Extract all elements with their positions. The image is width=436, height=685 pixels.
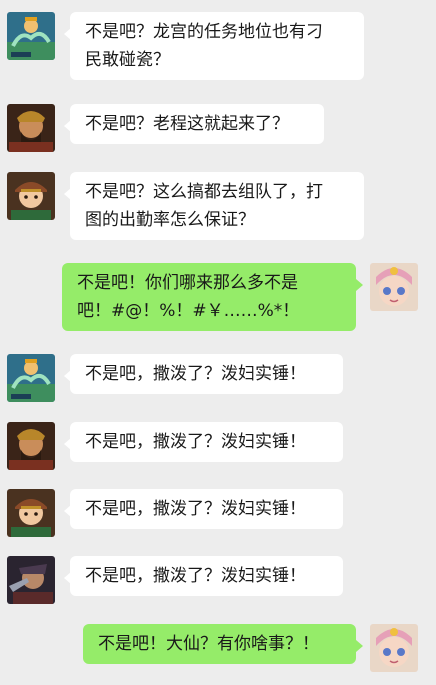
message-bubble[interactable]: 不是吧，撒泼了？泼妇实锤！ bbox=[64, 422, 343, 462]
avatar-old-cheng[interactable] bbox=[7, 104, 55, 152]
avatar-dragon-palace[interactable] bbox=[7, 354, 55, 402]
avatar-dark-warrior[interactable] bbox=[7, 556, 55, 604]
avatar-boy-hat[interactable] bbox=[7, 489, 55, 537]
message-bubble[interactable]: 不是吧，撒泼了？泼妇实锤！ bbox=[64, 489, 343, 529]
message-bubble[interactable]: 不是吧！你们哪来那么多不是 吧！#@！%！#￥……%*！ bbox=[62, 263, 363, 331]
avatar-old-cheng[interactable] bbox=[7, 422, 55, 470]
avatar-pink-hair[interactable] bbox=[370, 263, 418, 311]
avatar-pink-hair[interactable] bbox=[370, 624, 418, 672]
avatar-boy-hat[interactable] bbox=[7, 172, 55, 220]
chat-message-list[interactable]: 不是吧？龙宫的任务地位也有刁 民敢碰瓷？ 不是吧？老程这就起来了？ 不是吧？这么… bbox=[0, 0, 436, 685]
avatar-dragon-palace[interactable] bbox=[7, 12, 55, 60]
message-bubble[interactable]: 不是吧？龙宫的任务地位也有刁 民敢碰瓷？ bbox=[64, 12, 364, 80]
message-bubble[interactable]: 不是吧，撒泼了？泼妇实锤！ bbox=[64, 354, 343, 394]
message-bubble[interactable]: 不是吧，撒泼了？泼妇实锤！ bbox=[64, 556, 343, 596]
message-bubble[interactable]: 不是吧？老程这就起来了？ bbox=[64, 104, 324, 144]
message-bubble[interactable]: 不是吧？这么搞都去组队了，打 图的出勤率怎么保证？ bbox=[64, 172, 364, 240]
message-bubble[interactable]: 不是吧！大仙？有你啥事？！ bbox=[83, 624, 363, 664]
